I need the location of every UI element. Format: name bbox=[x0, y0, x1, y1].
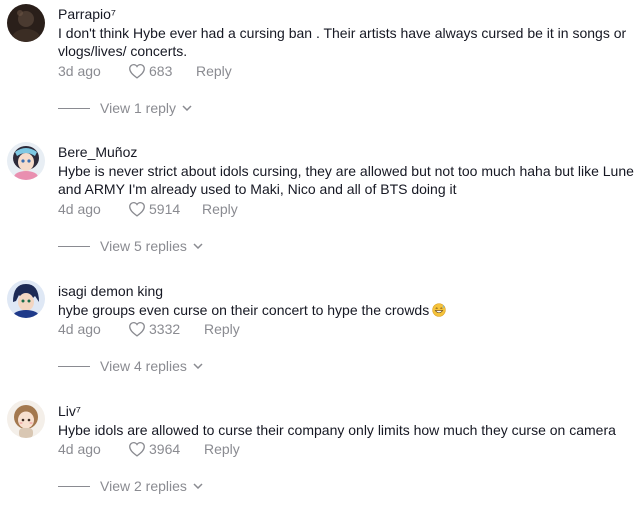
view-replies-label: View 4 replies bbox=[100, 358, 187, 374]
comment-text-body: hybe groups even curse on their concert … bbox=[58, 302, 430, 318]
like-count: 3964 bbox=[149, 441, 181, 457]
chevron-down-icon bbox=[182, 105, 192, 111]
view-replies-label: View 1 reply bbox=[100, 100, 177, 116]
reply-button[interactable]: Reply bbox=[204, 321, 240, 337]
avatar[interactable] bbox=[7, 142, 45, 180]
avatar[interactable] bbox=[7, 400, 45, 438]
comment-username[interactable]: Liv⁷ bbox=[58, 403, 81, 419]
like-button[interactable]: 3964 bbox=[128, 441, 180, 457]
view-replies-label: View 2 replies bbox=[100, 478, 187, 494]
view-replies-button[interactable]: View 1 reply bbox=[58, 99, 192, 117]
like-button[interactable]: 683 bbox=[128, 63, 172, 79]
heart-icon bbox=[129, 441, 145, 457]
comment-text: I don't think Hybe ever had a cursing ba… bbox=[58, 25, 627, 59]
like-button[interactable]: 5914 bbox=[128, 201, 180, 217]
divider bbox=[58, 365, 90, 367]
comment-date: 3d ago bbox=[58, 63, 101, 79]
comment-text: Hybe idols are allowed to curse their co… bbox=[58, 422, 616, 438]
chevron-down-icon bbox=[193, 483, 203, 489]
like-count: 683 bbox=[149, 63, 173, 79]
reply-button[interactable]: Reply bbox=[202, 201, 238, 217]
chevron-down-icon bbox=[193, 243, 203, 249]
comment-date: 4d ago bbox=[58, 441, 101, 457]
view-replies-button[interactable]: View 4 replies bbox=[58, 357, 203, 375]
heart-icon bbox=[129, 201, 145, 217]
reply-button[interactable]: Reply bbox=[204, 441, 240, 457]
heart-icon bbox=[129, 321, 145, 337]
heart-icon bbox=[129, 63, 145, 79]
view-replies-button[interactable]: View 5 replies bbox=[58, 237, 203, 255]
comment-date: 4d ago bbox=[58, 321, 101, 337]
comment-username[interactable]: isagi demon king bbox=[58, 283, 163, 299]
divider bbox=[58, 485, 90, 487]
divider bbox=[58, 245, 90, 247]
chevron-down-icon bbox=[193, 363, 203, 369]
reply-button[interactable]: Reply bbox=[196, 63, 232, 79]
grinning-sweat-emoji-icon bbox=[432, 303, 446, 317]
avatar[interactable] bbox=[7, 280, 45, 318]
comment-username[interactable]: Parrapio⁷ bbox=[58, 6, 116, 22]
view-replies-button[interactable]: View 2 replies bbox=[58, 477, 203, 495]
avatar[interactable] bbox=[7, 4, 45, 42]
comment-text: Hybe is never strict about idols cursing… bbox=[58, 163, 634, 197]
comment-date: 4d ago bbox=[58, 201, 101, 217]
comment-username[interactable]: Bere_Muñoz bbox=[58, 144, 137, 160]
like-button[interactable]: 3332 bbox=[128, 321, 180, 337]
view-replies-label: View 5 replies bbox=[100, 238, 187, 254]
comment-text: hybe groups even curse on their concert … bbox=[58, 301, 636, 319]
divider bbox=[58, 107, 90, 109]
like-count: 3332 bbox=[149, 321, 181, 337]
like-count: 5914 bbox=[149, 201, 181, 217]
